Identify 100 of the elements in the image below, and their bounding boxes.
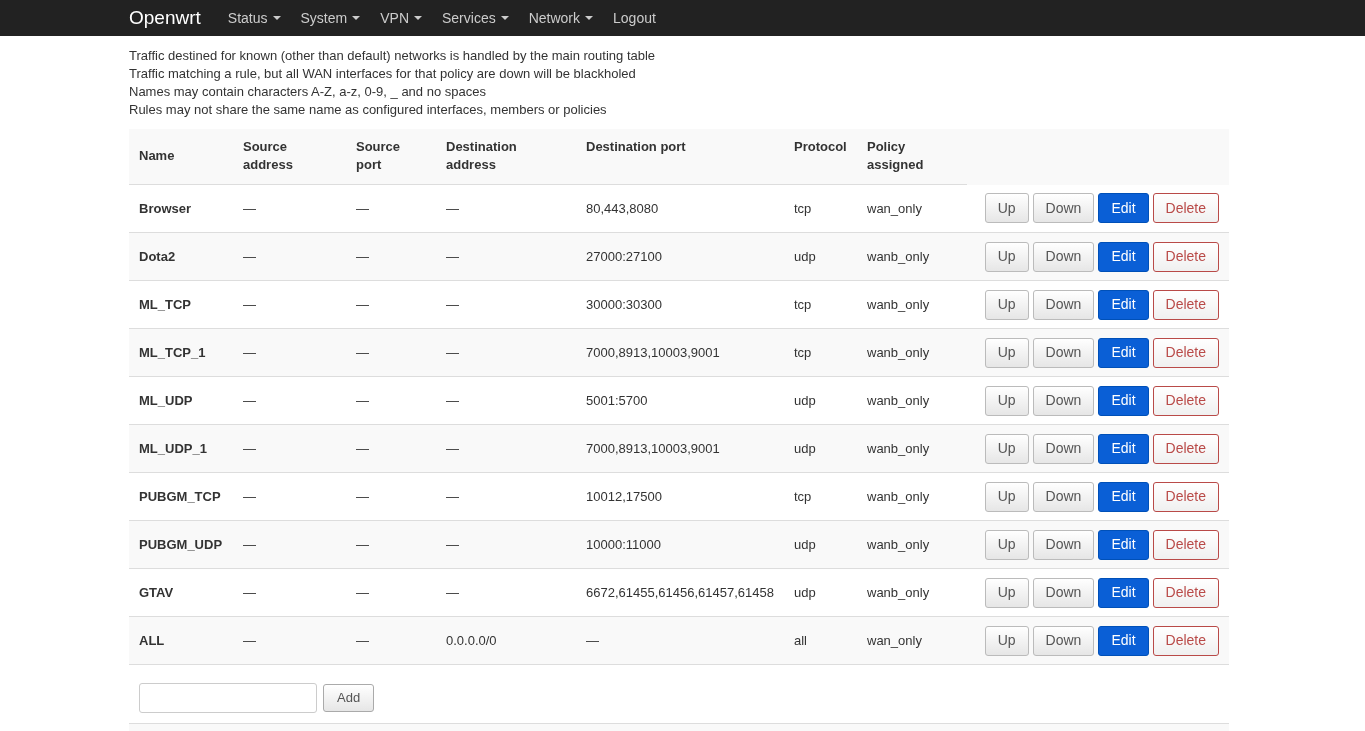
table-cell: ML_TCP_1 [139, 344, 206, 360]
table-cell: — [356, 440, 369, 456]
action-button[interactable]: Up [984, 337, 1029, 368]
menu-item[interactable]: Network [528, 7, 594, 29]
help-text: Traffic matching a rule, but all WAN interfaces for that policy are down will be blackholed [129, 65, 637, 83]
table-cell: — [243, 344, 256, 360]
menu-item[interactable]: Logout [613, 7, 656, 29]
edit-button[interactable]: Edit [1098, 193, 1149, 224]
delete-button[interactable]: Delete [1152, 385, 1219, 416]
edit-button[interactable]: Edit [1098, 241, 1149, 272]
help-text: Rules may not share the same name as configured interfaces, members or policies [129, 101, 608, 119]
table-cell: ML_UDP [139, 392, 193, 408]
edit-button[interactable]: Edit [1098, 529, 1149, 560]
delete-button[interactable]: Delete [1152, 577, 1219, 608]
delete-button[interactable]: Delete [1152, 193, 1219, 224]
table-cell: — [356, 392, 369, 408]
column-header: Policy assigned [867, 138, 925, 174]
table-cell: 27000:27100 [586, 248, 662, 264]
action-button[interactable]: Down [1032, 529, 1095, 560]
column-header: Destination address [446, 138, 518, 174]
table-cell: — [243, 296, 256, 312]
table-cell: — [243, 536, 256, 552]
edit-button[interactable]: Edit [1098, 577, 1149, 608]
edit-button[interactable]: Edit [1098, 625, 1149, 656]
table-cell: Browser [139, 200, 192, 216]
action-button[interactable]: Down [1032, 337, 1095, 368]
table-cell: ALL [139, 632, 165, 648]
edit-button[interactable]: Edit [1098, 481, 1149, 512]
table-cell: tcp [794, 200, 812, 216]
delete-button[interactable]: Delete [1152, 289, 1219, 320]
table-cell: all [794, 632, 807, 648]
action-button[interactable]: Up [984, 385, 1029, 416]
table-cell: — [243, 440, 256, 456]
action-button[interactable]: Up [984, 433, 1029, 464]
action-button[interactable]: Down [1032, 481, 1095, 512]
action-button[interactable]: Down [1032, 289, 1095, 320]
action-button[interactable]: Up [984, 481, 1029, 512]
table-cell: PUBGM_TCP [139, 488, 221, 504]
delete-button[interactable]: Delete [1152, 529, 1219, 560]
table-cell: GTAV [139, 584, 174, 600]
menu-item[interactable]: Status [227, 7, 281, 29]
edit-button[interactable]: Edit [1098, 433, 1149, 464]
table-cell: — [446, 248, 459, 264]
table-cell: ML_TCP [139, 296, 191, 312]
action-button[interactable]: Down [1032, 241, 1095, 272]
action-button[interactable]: Up [984, 529, 1029, 560]
table-cell: — [356, 632, 369, 648]
help-text: Traffic destined for known (other than default) networks is handled by the main routing table [129, 47, 657, 65]
table-cell: — [446, 584, 459, 600]
action-button[interactable]: Down [1032, 433, 1095, 464]
table-cell: wanb_only [867, 344, 930, 360]
table-cell: — [446, 392, 459, 408]
edit-button[interactable]: Edit [1098, 289, 1149, 320]
table-cell: wanb_only [867, 488, 930, 504]
table-cell: wanb_only [867, 536, 930, 552]
table-cell: tcp [794, 344, 812, 360]
action-button[interactable]: Up [984, 241, 1029, 272]
table-cell: — [243, 248, 256, 264]
table-cell: — [356, 536, 369, 552]
delete-button[interactable]: Delete [1152, 241, 1219, 272]
table-cell: udp [794, 440, 816, 456]
table-cell: — [243, 632, 256, 648]
table-cell: — [356, 584, 369, 600]
menu-item[interactable]: VPN [380, 7, 422, 29]
rule-name-input[interactable] [139, 683, 317, 713]
column-header: Destination port [586, 138, 686, 156]
delete-button[interactable]: Delete [1152, 433, 1219, 464]
delete-button[interactable]: Delete [1152, 625, 1219, 656]
table-cell: — [356, 248, 369, 264]
table-cell: — [446, 536, 459, 552]
table-cell: tcp [794, 488, 812, 504]
action-button[interactable]: Up [984, 193, 1029, 224]
table-cell: — [243, 584, 256, 600]
action-button[interactable]: Up [984, 625, 1029, 656]
table-cell: tcp [794, 296, 812, 312]
table-cell: 0.0.0.0/0 [446, 632, 497, 648]
table-cell: 10012,17500 [586, 488, 662, 504]
table-cell: ML_UDP_1 [139, 440, 207, 456]
delete-button[interactable]: Delete [1152, 337, 1219, 368]
action-button[interactable]: Up [984, 577, 1029, 608]
edit-button[interactable]: Edit [1098, 337, 1149, 368]
table-cell: — [243, 488, 256, 504]
column-header: Name [139, 147, 175, 165]
table-cell: — [356, 488, 369, 504]
action-button[interactable]: Up [984, 289, 1029, 320]
table-cell: 7000,8913,10003,9001 [586, 344, 720, 360]
action-button[interactable]: Down [1032, 193, 1095, 224]
table-cell: wan_only [867, 632, 922, 648]
action-button[interactable]: Down [1032, 625, 1095, 656]
action-button[interactable]: Down [1032, 385, 1095, 416]
add-button[interactable]: Add [323, 684, 375, 712]
table-cell: 30000:30300 [586, 296, 662, 312]
menu-item[interactable]: Services [442, 7, 509, 29]
table-cell: — [243, 200, 256, 216]
table-cell: — [243, 392, 256, 408]
menu-item[interactable]: System [300, 7, 361, 29]
edit-button[interactable]: Edit [1098, 385, 1149, 416]
delete-button[interactable]: Delete [1152, 481, 1219, 512]
action-button[interactable]: Down [1032, 577, 1095, 608]
brand-logo[interactable]: Openwrt [129, 3, 201, 33]
